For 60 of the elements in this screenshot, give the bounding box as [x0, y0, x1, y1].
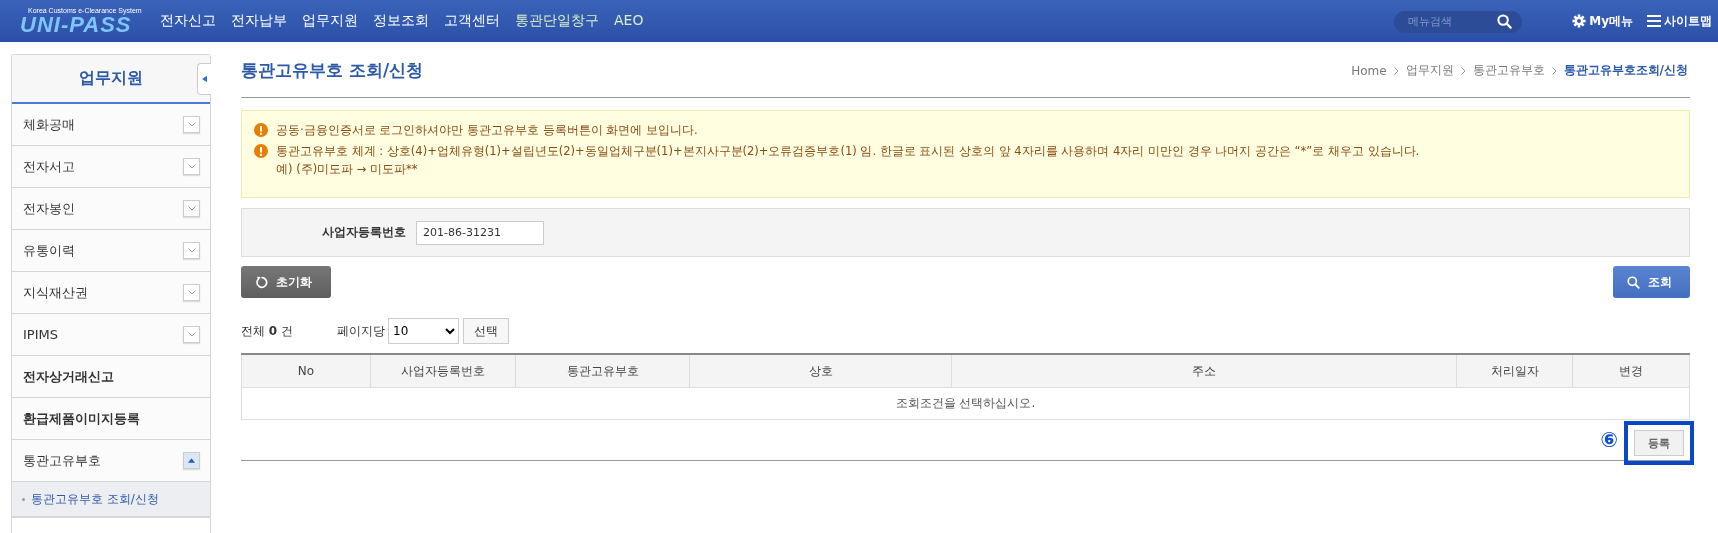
empty-message: 조회조건을 선택하십시오. [241, 387, 1690, 420]
sidebar-item[interactable]: 환급제품이미지등록 [12, 398, 210, 440]
sidebar-title: 업무지원 [79, 68, 143, 89]
page-title: 통관고유부호 조회/신청 [241, 59, 424, 82]
page-size-select[interactable]: 10 [388, 318, 459, 344]
nav-link[interactable]: 업무지원 [302, 12, 358, 30]
column-header: 처리일자 [1456, 354, 1573, 388]
notice-text: 공동·금융인증서로 로그인하셔야만 통관고유부호 등록버튼이 화면에 보입니다. [276, 122, 698, 139]
breadcrumb-link[interactable]: 통관고유부호조회/신청 [1563, 62, 1688, 79]
column-header: 사업자등록번호 [370, 354, 516, 388]
notice-text: 통관고유부호 체계 : 상호(4)+업체유형(1)+설립년도(2)+동일업체구분(1)+본지사구분(2)+오류검증부호(1) 임. 한글로 표시된 상호의 앞 4자리를 사용하며 4자리 미만인 경우 나머지 공간은 “*”로 채우고 있습니다. [276, 143, 1420, 160]
nav-link[interactable]: 전자신고 [160, 12, 216, 30]
alert-icon [254, 123, 268, 137]
callout-number: ⑥ [1600, 428, 1618, 452]
column-header: 통관고유부호 [515, 354, 690, 388]
nav-link[interactable]: 통관단일창구 [515, 12, 599, 30]
search-button[interactable]: 조회 [1613, 266, 1690, 298]
menu-search-field[interactable]: 메뉴검색 [1394, 10, 1523, 33]
breadcrumb-link[interactable]: Home [1351, 63, 1387, 78]
sitemap-link[interactable]: 사이트맵 [1647, 12, 1712, 30]
left-arrow-icon [202, 75, 207, 83]
apply-button[interactable]: 선택 [463, 318, 509, 344]
field-label: 사업자등록번호 [322, 224, 406, 241]
sidebar-item[interactable]: 전자상거래신고 [12, 356, 210, 398]
register-button[interactable]: 등록 [1634, 430, 1684, 456]
sidebar-item[interactable]: 유통이력 [12, 230, 210, 272]
collapse-sidebar-button[interactable] [197, 63, 211, 95]
logo-text: UNI-PASS [20, 13, 132, 36]
nav-link[interactable]: 전자납부 [231, 12, 287, 30]
reset-button[interactable]: 초기화 [241, 266, 331, 298]
nav-link[interactable]: 고객센터 [444, 12, 500, 30]
gear-icon [1572, 14, 1587, 28]
alert-icon [254, 144, 268, 158]
total-count: 전체 0 건 [241, 322, 294, 340]
breadcrumb-link[interactable]: 통관고유부호 [1472, 62, 1545, 79]
search-icon [1497, 14, 1513, 29]
breadcrumb-link[interactable]: 업무지원 [1405, 62, 1454, 79]
sidebar-item[interactable]: 전자봉인 [12, 188, 210, 230]
sidebar-item[interactable]: 전자서고 [12, 146, 210, 188]
chevron-icon [1460, 66, 1466, 75]
chevron-icon [1551, 66, 1557, 75]
business-number-field[interactable]: 201-86-31231 [416, 220, 544, 245]
column-header: 변경 [1572, 354, 1690, 388]
nav-link[interactable]: AEO [614, 12, 644, 30]
sidebar-item[interactable]: 통관고유부호 [12, 440, 210, 482]
my-menu-link[interactable]: My메뉴 [1572, 12, 1633, 30]
sidebar-item[interactable]: 체화공매 [12, 104, 210, 146]
nav-link[interactable]: 정보조회 [373, 12, 429, 30]
refresh-icon [255, 275, 268, 289]
column-header: No [241, 354, 371, 388]
sidebar-item[interactable]: IPIMS [12, 314, 210, 356]
column-header: 주소 [951, 354, 1457, 388]
chevron-icon [1393, 66, 1399, 75]
search-icon [1627, 275, 1640, 289]
sidebar-item[interactable]: 지식재산권 [12, 272, 210, 314]
page-size-label: 페이지당 [337, 322, 385, 340]
menu-icon [1647, 15, 1661, 27]
submenu-item[interactable]: 통관고유부호 조회/신청 [12, 482, 210, 518]
column-header: 상호 [689, 354, 952, 388]
notice-text: 예) (주)미도파 → 미도파** [276, 161, 419, 178]
